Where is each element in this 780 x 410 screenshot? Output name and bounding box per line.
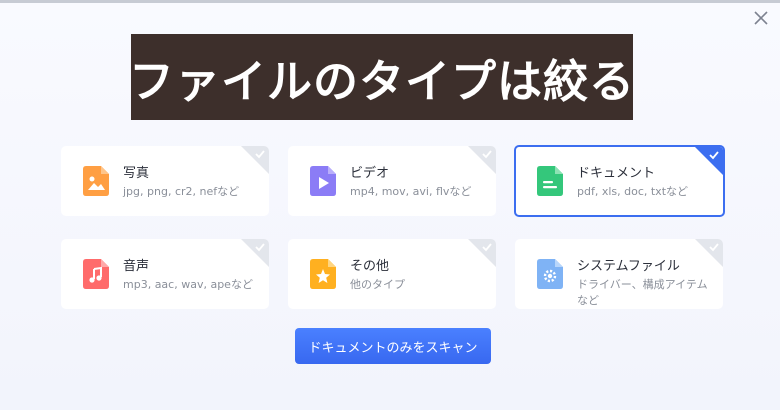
check-icon [255,150,265,159]
file-type-dialog: ファイルのタイプは絞る 写真 jpg, png, cr2, nefなど ビデオ … [0,0,780,410]
card-description: mp4, mov, avi, flvなど [350,185,472,198]
check-icon [709,151,719,160]
gear-file-icon [537,259,563,289]
card-label: ビデオ [350,166,390,181]
page-title: ファイルのタイプは絞る [129,54,636,108]
check-icon [482,150,492,159]
file-type-card-system[interactable]: システムファイル ドライバー、構成アイテムなど [515,239,723,309]
card-description: ドライバー、構成アイテムなど [577,278,708,307]
check-icon [482,243,492,252]
card-description: pdf, xls, doc, txtなど [577,185,689,198]
card-description: mp3, aac, wav, apeなど [123,278,253,291]
card-label: その他 [350,259,390,274]
card-description: 他のタイプ [350,278,405,291]
file-type-card-audio[interactable]: 音声 mp3, aac, wav, apeなど [61,239,269,309]
scan-button[interactable]: ドキュメントのみをスキャン [295,328,491,364]
card-label: 写真 [123,166,150,181]
title-banner: ファイルのタイプは絞る [129,34,636,120]
close-icon[interactable] [750,7,772,29]
file-type-card-video[interactable]: ビデオ mp4, mov, avi, flvなど [288,146,496,216]
card-label: システムファイル [577,259,680,274]
document-file-icon [537,166,563,196]
check-icon [255,243,265,252]
card-description: jpg, png, cr2, nefなど [123,185,240,198]
video-file-icon [310,166,336,196]
card-label: 音声 [123,259,150,274]
file-type-card-photo[interactable]: 写真 jpg, png, cr2, nefなど [61,146,269,216]
image-file-icon [83,166,109,196]
file-type-card-document[interactable]: ドキュメント pdf, xls, doc, txtなど [514,145,725,217]
music-file-icon [83,259,109,289]
check-icon [709,243,719,252]
card-label: ドキュメント [577,166,656,181]
file-type-card-other[interactable]: その他 他のタイプ [288,239,496,309]
star-file-icon [310,259,336,289]
